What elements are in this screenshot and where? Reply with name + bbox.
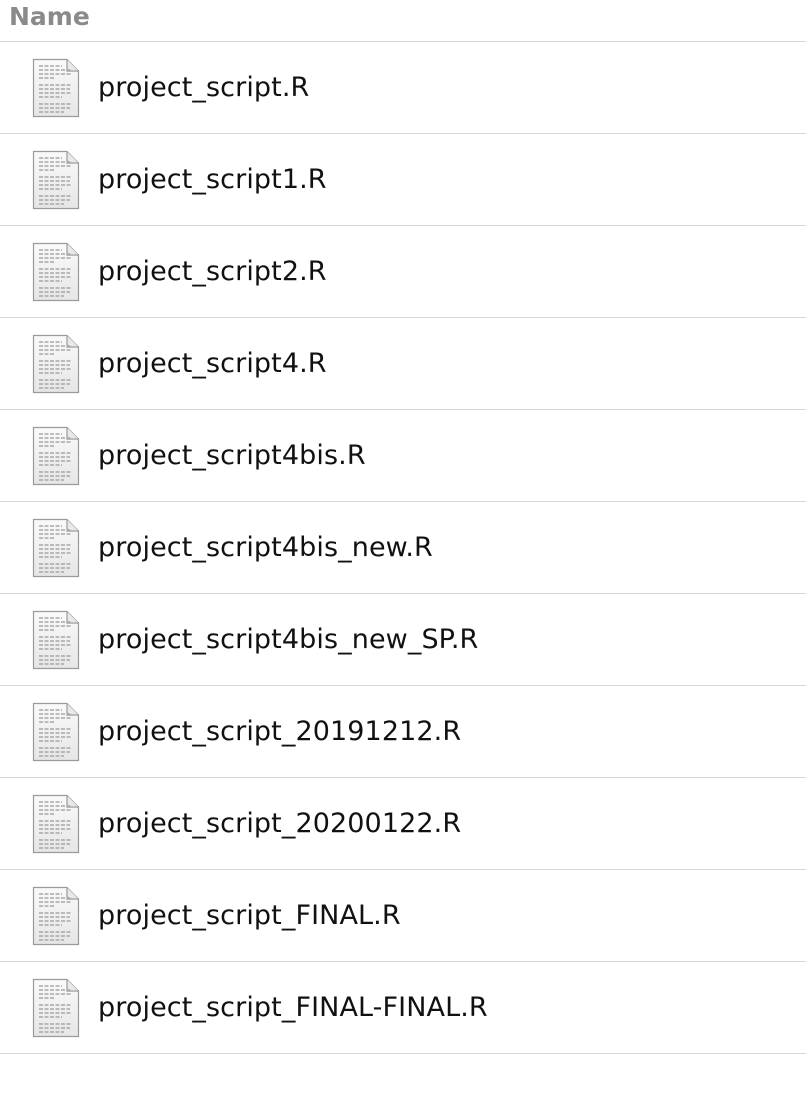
text-file-icon	[32, 886, 80, 946]
file-row[interactable]: project_script1.R	[0, 134, 806, 226]
file-row[interactable]: project_script.R	[0, 42, 806, 134]
file-list: Name project_script.R project_script1.R …	[0, 0, 806, 1054]
file-row[interactable]: project_script4bis_new_SP.R	[0, 594, 806, 686]
file-name-label: project_script_20200122.R	[98, 808, 462, 839]
file-name-label: project_script4.R	[98, 348, 327, 379]
name-column-header[interactable]: Name	[0, 2, 90, 31]
file-name-label: project_script_FINAL-FINAL.R	[98, 992, 488, 1023]
file-row[interactable]: project_script_20200122.R	[0, 778, 806, 870]
file-name-label: project_script2.R	[98, 256, 327, 287]
text-file-icon	[32, 334, 80, 394]
file-row[interactable]: project_script_FINAL.R	[0, 870, 806, 962]
text-file-icon	[32, 702, 80, 762]
text-file-icon	[32, 610, 80, 670]
file-row[interactable]: project_script4.R	[0, 318, 806, 410]
file-name-label: project_script_FINAL.R	[98, 900, 401, 931]
text-file-icon	[32, 518, 80, 578]
file-row[interactable]: project_script4bis.R	[0, 410, 806, 502]
file-rows: project_script.R project_script1.R proje…	[0, 42, 806, 1054]
file-name-label: project_script4bis_new_SP.R	[98, 624, 479, 655]
file-name-label: project_script1.R	[98, 164, 327, 195]
column-header-row: Name	[0, 0, 806, 42]
file-row[interactable]: project_script2.R	[0, 226, 806, 318]
file-row[interactable]: project_script4bis_new.R	[0, 502, 806, 594]
text-file-icon	[32, 242, 80, 302]
file-row[interactable]: project_script_FINAL-FINAL.R	[0, 962, 806, 1054]
text-file-icon	[32, 794, 80, 854]
text-file-icon	[32, 150, 80, 210]
file-name-label: project_script.R	[98, 72, 310, 103]
text-file-icon	[32, 978, 80, 1038]
file-name-label: project_script4bis.R	[98, 440, 366, 471]
file-name-label: project_script4bis_new.R	[98, 532, 433, 563]
file-row[interactable]: project_script_20191212.R	[0, 686, 806, 778]
text-file-icon	[32, 426, 80, 486]
file-name-label: project_script_20191212.R	[98, 716, 462, 747]
text-file-icon	[32, 58, 80, 118]
